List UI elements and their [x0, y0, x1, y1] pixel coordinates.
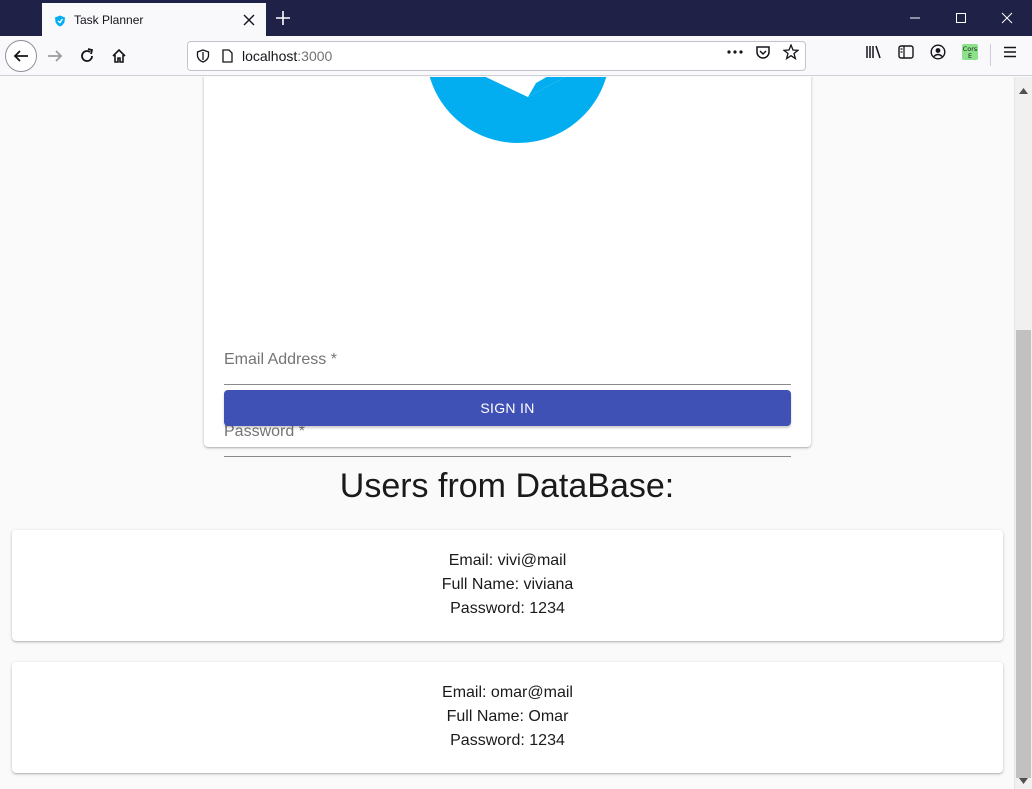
close-tab-icon[interactable] [238, 9, 260, 31]
email-input[interactable] [224, 345, 791, 384]
user-email: Email: vivi@mail [448, 552, 567, 569]
tracking-shield-icon[interactable] [196, 49, 210, 63]
url-bar[interactable]: localhost:3000 [187, 41, 806, 71]
home-button[interactable] [103, 40, 135, 72]
back-arrow-icon [13, 50, 28, 62]
scroll-up-arrow-icon[interactable] [1019, 81, 1028, 99]
shield-favicon-icon [54, 14, 66, 26]
users-heading: Users from DataBase: [339, 467, 675, 505]
app-logo [426, 77, 610, 143]
toolbar-divider [990, 44, 991, 66]
close-window-icon[interactable] [997, 8, 1017, 28]
page-actions-icon[interactable] [726, 43, 744, 61]
user-full-name: Full Name: viviana [441, 576, 574, 593]
vertical-scrollbar[interactable] [1014, 77, 1032, 789]
cors-extension-icon[interactable]: Cors E [960, 43, 980, 61]
forward-button[interactable] [39, 40, 71, 72]
back-button[interactable] [5, 40, 37, 72]
reload-button[interactable] [71, 40, 103, 72]
sign-in-button[interactable]: SIGN IN [224, 390, 791, 426]
svg-text:E: E [968, 52, 972, 60]
menu-icon[interactable] [1001, 43, 1019, 61]
new-tab-icon[interactable] [272, 7, 294, 29]
home-icon [112, 48, 126, 63]
user-password: Password: 1234 [450, 732, 565, 749]
scroll-down-arrow-icon[interactable] [1019, 771, 1028, 789]
bookmark-star-icon[interactable] [782, 43, 800, 61]
pocket-icon[interactable] [754, 43, 772, 61]
email-field[interactable]: Email Address * [224, 345, 791, 385]
maximize-icon[interactable] [951, 8, 971, 28]
scrollbar-thumb[interactable] [1016, 330, 1031, 778]
url-text[interactable]: localhost:3000 [242, 48, 332, 64]
user-full-name: Full Name: Omar [446, 708, 569, 725]
sidebar-toggle-icon[interactable] [897, 43, 915, 61]
reload-icon [81, 48, 94, 62]
browser-tab[interactable]: Task Planner [42, 3, 266, 36]
page-viewport: Email Address * Password * SIGN IN Users… [0, 77, 1014, 789]
library-icon[interactable] [865, 43, 883, 61]
page-info-icon[interactable] [220, 49, 234, 63]
user-card: Email: omar@mail Full Name: Omar Passwor… [12, 662, 1003, 773]
account-icon[interactable] [929, 43, 947, 61]
user-password: Password: 1234 [450, 600, 565, 617]
user-email: Email: omar@mail [442, 684, 573, 701]
user-card: Email: vivi@mail Full Name: viviana Pass… [12, 530, 1003, 641]
forward-arrow-icon [48, 50, 63, 62]
browser-tab-bar: Task Planner [0, 0, 1032, 36]
browser-nav-bar: localhost:3000 Cors E [0, 36, 1032, 76]
minimize-icon[interactable] [905, 8, 925, 28]
tab-title: Task Planner [74, 12, 144, 27]
